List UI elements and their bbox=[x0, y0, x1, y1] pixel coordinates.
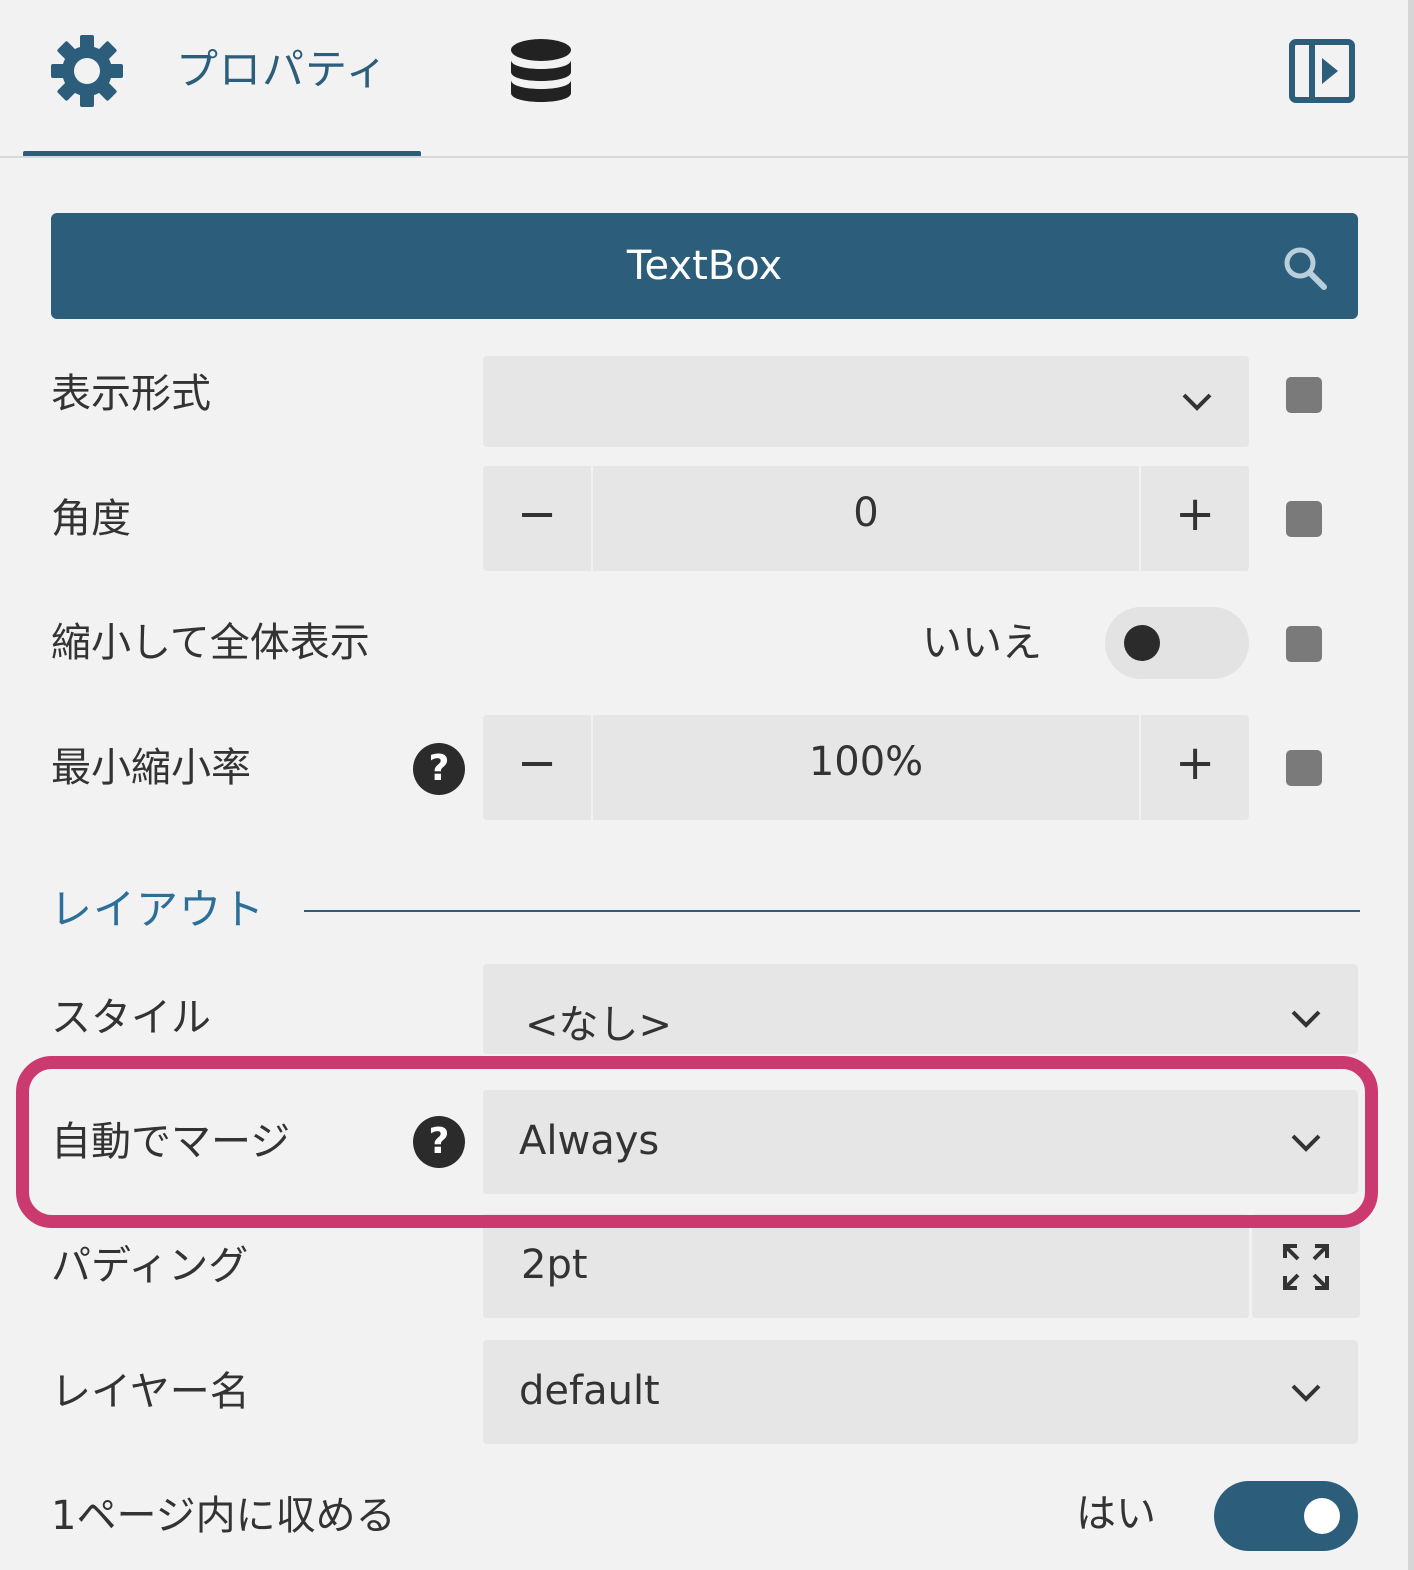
chevron-down-icon bbox=[1291, 1010, 1321, 1028]
layer-name-value: default bbox=[519, 1368, 660, 1414]
format-label: 表示形式 bbox=[51, 371, 211, 417]
panel-collapse-icon[interactable] bbox=[1288, 38, 1356, 104]
min-shrink-increment-button[interactable]: + bbox=[1141, 715, 1249, 820]
angle-input[interactable]: 0 bbox=[593, 466, 1139, 571]
layer-name-select[interactable]: default bbox=[483, 1340, 1358, 1444]
toggle-knob bbox=[1124, 625, 1160, 661]
min-shrink-decrement-button[interactable]: − bbox=[483, 715, 591, 820]
plus-icon: + bbox=[1175, 735, 1216, 791]
fit-one-page-state: はい bbox=[1076, 1491, 1156, 1537]
object-name: TextBox bbox=[626, 243, 783, 289]
toggle-knob bbox=[1304, 1498, 1340, 1534]
min-shrink-input[interactable]: 100% bbox=[593, 715, 1139, 820]
highlight-box bbox=[16, 1056, 1378, 1228]
panel-right-edge bbox=[1408, 0, 1414, 1570]
section-title-layout: レイアウト bbox=[50, 885, 266, 934]
format-reset-button[interactable] bbox=[1286, 377, 1322, 413]
min-shrink-label: 最小縮小率 bbox=[51, 745, 251, 791]
format-select[interactable] bbox=[483, 356, 1249, 447]
object-selector[interactable]: TextBox bbox=[51, 213, 1358, 319]
fit-one-page-label: 1ページ内に収める bbox=[51, 1493, 396, 1539]
min-shrink-value: 100% bbox=[808, 739, 924, 785]
section-divider bbox=[304, 910, 1360, 912]
chevron-down-icon bbox=[1182, 393, 1212, 411]
layer-name-label: レイヤー名 bbox=[51, 1369, 250, 1415]
padding-value: 2pt bbox=[521, 1242, 588, 1288]
min-shrink-reset-button[interactable] bbox=[1286, 750, 1322, 786]
angle-decrement-button[interactable]: − bbox=[483, 466, 591, 571]
minus-icon: − bbox=[517, 486, 558, 542]
header-divider bbox=[0, 156, 1408, 158]
shrink-to-fit-state: いいえ bbox=[922, 620, 1042, 666]
padding-label: パディング bbox=[51, 1243, 249, 1289]
shrink-to-fit-label: 縮小して全体表示 bbox=[51, 620, 370, 666]
expand-icon bbox=[1283, 1244, 1329, 1290]
angle-reset-button[interactable] bbox=[1286, 501, 1322, 537]
tab-properties[interactable]: プロパティ bbox=[176, 40, 388, 100]
database-icon[interactable] bbox=[508, 38, 574, 106]
style-value: <なし> bbox=[525, 1002, 673, 1048]
angle-value: 0 bbox=[853, 490, 879, 536]
padding-expand-button[interactable] bbox=[1252, 1214, 1360, 1318]
shrink-to-fit-reset-button[interactable] bbox=[1286, 626, 1322, 662]
search-icon[interactable] bbox=[1282, 245, 1328, 291]
style-label: スタイル bbox=[51, 995, 211, 1041]
angle-label: 角度 bbox=[51, 496, 131, 542]
plus-icon: + bbox=[1175, 486, 1216, 542]
angle-increment-button[interactable]: + bbox=[1141, 466, 1249, 571]
min-shrink-stepper[interactable]: − 100% + bbox=[483, 715, 1249, 820]
minus-icon: − bbox=[517, 735, 558, 791]
gear-icon[interactable] bbox=[50, 34, 124, 108]
shrink-to-fit-toggle[interactable] bbox=[1105, 607, 1249, 679]
chevron-down-icon bbox=[1291, 1384, 1321, 1402]
fit-one-page-toggle[interactable] bbox=[1214, 1481, 1358, 1551]
padding-input[interactable]: 2pt bbox=[483, 1214, 1249, 1318]
help-icon[interactable]: ? bbox=[413, 743, 465, 795]
style-select[interactable]: <なし> bbox=[483, 964, 1358, 1054]
angle-stepper[interactable]: − 0 + bbox=[483, 466, 1249, 571]
